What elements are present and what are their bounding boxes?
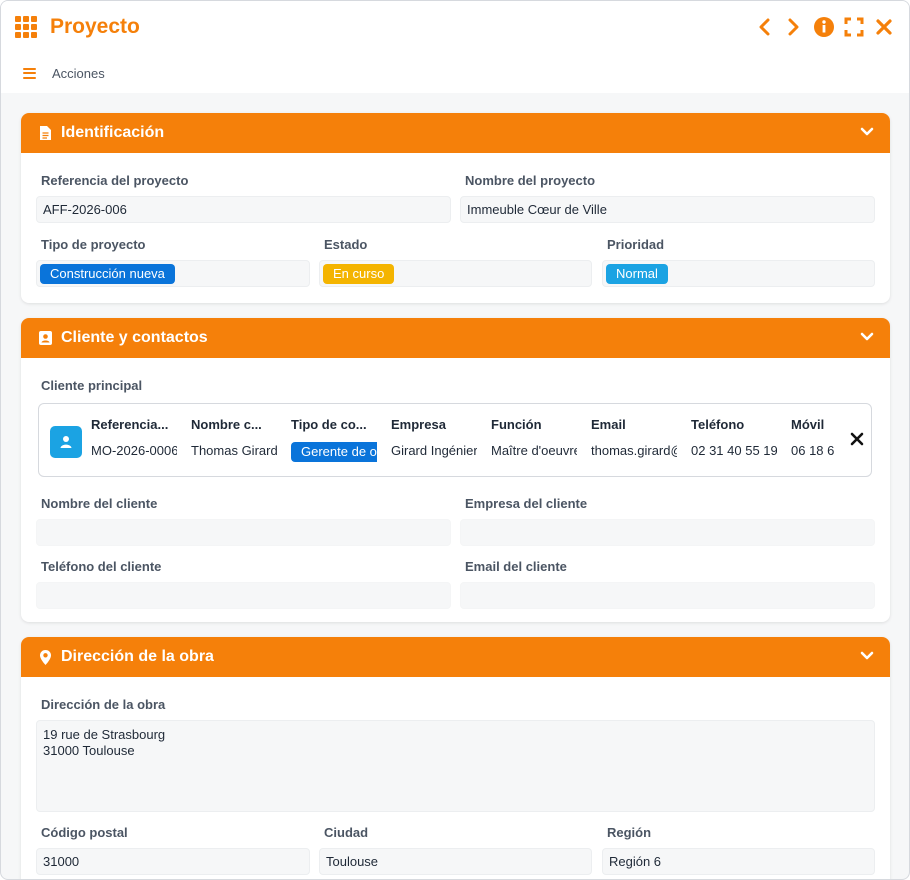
cc-val-email: thomas.girard@ bbox=[591, 443, 677, 458]
direccion-obra-label: Dirección de la obra bbox=[41, 697, 166, 712]
estado-select[interactable]: En curso bbox=[319, 260, 592, 287]
tipo-proyecto-tag: Construcción nueva bbox=[40, 263, 175, 284]
window-controls bbox=[753, 14, 895, 40]
nombre-cliente-input[interactable] bbox=[36, 519, 451, 546]
region-label: Región bbox=[607, 825, 652, 840]
cc-col-nombre: Nombre c... Thomas Girard bbox=[191, 417, 277, 461]
person-icon bbox=[50, 426, 82, 458]
collapse-chevron-icon[interactable] bbox=[860, 648, 874, 666]
estado-field: Estado En curso bbox=[319, 237, 592, 287]
cliente-title: Cliente y contactos bbox=[61, 329, 208, 346]
nombre-proyecto-field: Nombre del proyecto Immeuble Cœur de Vil… bbox=[460, 173, 875, 223]
empresa-cliente-field: Empresa del cliente bbox=[460, 496, 875, 546]
cc-col-email: Email thomas.girard@ bbox=[591, 417, 677, 461]
region-input[interactable]: Región 6 bbox=[602, 848, 875, 875]
direccion-header[interactable]: Dirección de la obra bbox=[21, 637, 890, 677]
title-bar: Proyecto bbox=[1, 1, 909, 53]
collapse-chevron-icon[interactable] bbox=[860, 329, 874, 347]
cc-val-movil: 06 18 6 bbox=[791, 443, 835, 458]
empresa-cliente-label: Empresa del cliente bbox=[465, 496, 588, 511]
direccion-panel: Dirección de la obra Dirección de la obr… bbox=[21, 637, 890, 879]
email-cliente-label: Email del cliente bbox=[465, 559, 567, 574]
cc-tipo-tag: Gerente de obra bbox=[291, 442, 377, 462]
cliente-header[interactable]: Cliente y contactos bbox=[21, 318, 890, 358]
collapse-chevron-icon[interactable] bbox=[860, 124, 874, 142]
previous-chevron-icon[interactable] bbox=[753, 14, 775, 40]
remove-client-close-icon[interactable] bbox=[850, 432, 864, 446]
direccion-obra-field: Dirección de la obra 19 rue de Strasbour… bbox=[36, 697, 875, 812]
email-cliente-field: Email del cliente bbox=[460, 559, 875, 609]
location-pin-icon bbox=[37, 648, 53, 666]
referencia-field: Referencia del proyecto AFF-2026-006 bbox=[36, 173, 451, 223]
referencia-label: Referencia del proyecto bbox=[41, 173, 189, 188]
cc-val-referencia: MO-2026-0006 bbox=[91, 443, 177, 458]
cc-val-empresa: Girard Ingénierie bbox=[391, 443, 477, 458]
cc-head-empresa: Empresa bbox=[391, 417, 446, 432]
ciudad-field: Ciudad Toulouse bbox=[319, 825, 592, 875]
contact-card-icon bbox=[37, 329, 53, 347]
codigo-postal-field: Código postal 31000 bbox=[36, 825, 310, 875]
codigo-postal-label: Código postal bbox=[41, 825, 128, 840]
cc-col-movil: Móvil 06 18 6 bbox=[791, 417, 837, 461]
action-bar: Acciones bbox=[1, 53, 909, 93]
identificacion-panel: Identificación Referencia del proyecto A… bbox=[21, 113, 890, 303]
cc-val-telefono: 02 31 40 55 19 bbox=[691, 443, 777, 458]
hamburger-menu-icon[interactable] bbox=[23, 67, 36, 79]
close-icon[interactable] bbox=[873, 14, 895, 40]
apps-grid-icon[interactable] bbox=[15, 16, 39, 38]
ciudad-label: Ciudad bbox=[324, 825, 369, 840]
project-window: Proyecto Acciones Identificación Referen… bbox=[0, 0, 910, 880]
estado-tag: En curso bbox=[323, 263, 395, 284]
cliente-panel: Cliente y contactos Cliente principal Re… bbox=[21, 318, 890, 622]
prioridad-label: Prioridad bbox=[607, 237, 665, 252]
cliente-principal-card[interactable]: Referencia... MO-2026-0006 Nombre c... T… bbox=[38, 403, 872, 477]
cc-col-referencia: Referencia... MO-2026-0006 bbox=[91, 417, 177, 461]
direccion-title: Dirección de la obra bbox=[61, 648, 214, 665]
cc-head-funcion: Función bbox=[491, 417, 542, 432]
cc-head-tipo: Tipo de co... bbox=[291, 417, 367, 432]
cc-val-nombre: Thomas Girard bbox=[191, 443, 277, 458]
prioridad-field: Prioridad Normal bbox=[602, 237, 875, 287]
estado-label: Estado bbox=[324, 237, 368, 252]
region-field: Región Región 6 bbox=[602, 825, 875, 875]
cc-val-funcion: Maître d'oeuvre bbox=[491, 443, 577, 458]
cc-col-empresa: Empresa Girard Ingénierie bbox=[391, 417, 477, 461]
nombre-proyecto-label: Nombre del proyecto bbox=[465, 173, 596, 188]
tipo-proyecto-label: Tipo de proyecto bbox=[41, 237, 146, 252]
cc-head-movil: Móvil bbox=[791, 417, 825, 432]
cc-col-tipo: Tipo de co... Gerente de obra bbox=[291, 417, 377, 462]
nombre-proyecto-input[interactable]: Immeuble Cœur de Ville bbox=[460, 196, 875, 223]
telefono-cliente-label: Teléfono del cliente bbox=[41, 559, 162, 574]
identificacion-title: Identificación bbox=[61, 124, 165, 141]
telefono-cliente-input[interactable] bbox=[36, 582, 451, 609]
cliente-principal-label: Cliente principal bbox=[41, 378, 143, 393]
nombre-cliente-field: Nombre del cliente bbox=[36, 496, 451, 546]
tipo-proyecto-select[interactable]: Construcción nueva bbox=[36, 260, 310, 287]
identificacion-header[interactable]: Identificación bbox=[21, 113, 890, 153]
cc-head-email: Email bbox=[591, 417, 626, 432]
next-chevron-icon[interactable] bbox=[783, 14, 805, 40]
nombre-cliente-label: Nombre del cliente bbox=[41, 496, 158, 511]
telefono-cliente-field: Teléfono del cliente bbox=[36, 559, 451, 609]
email-cliente-input[interactable] bbox=[460, 582, 875, 609]
fullscreen-icon[interactable] bbox=[843, 14, 865, 40]
empresa-cliente-input[interactable] bbox=[460, 519, 875, 546]
prioridad-select[interactable]: Normal bbox=[602, 260, 875, 287]
info-icon[interactable] bbox=[813, 14, 835, 40]
referencia-input[interactable]: AFF-2026-006 bbox=[36, 196, 451, 223]
cc-col-funcion: Función Maître d'oeuvre bbox=[491, 417, 577, 461]
cc-head-telefono: Teléfono bbox=[691, 417, 745, 432]
window-title: Proyecto bbox=[50, 15, 140, 38]
codigo-postal-input[interactable]: 31000 bbox=[36, 848, 310, 875]
direccion-obra-textarea[interactable]: 19 rue de Strasbourg 31000 Toulouse bbox=[36, 720, 875, 812]
cc-val-tipo-wrap: Gerente de obra bbox=[291, 442, 377, 462]
cc-col-telefono: Teléfono 02 31 40 55 19 bbox=[691, 417, 777, 461]
cc-head-nombre: Nombre c... bbox=[191, 417, 262, 432]
cc-head-referencia: Referencia... bbox=[91, 417, 169, 432]
actions-menu[interactable]: Acciones bbox=[52, 66, 105, 81]
ciudad-input[interactable]: Toulouse bbox=[319, 848, 592, 875]
prioridad-tag: Normal bbox=[606, 263, 668, 284]
tipo-proyecto-field: Tipo de proyecto Construcción nueva bbox=[36, 237, 310, 287]
document-icon bbox=[37, 124, 53, 142]
